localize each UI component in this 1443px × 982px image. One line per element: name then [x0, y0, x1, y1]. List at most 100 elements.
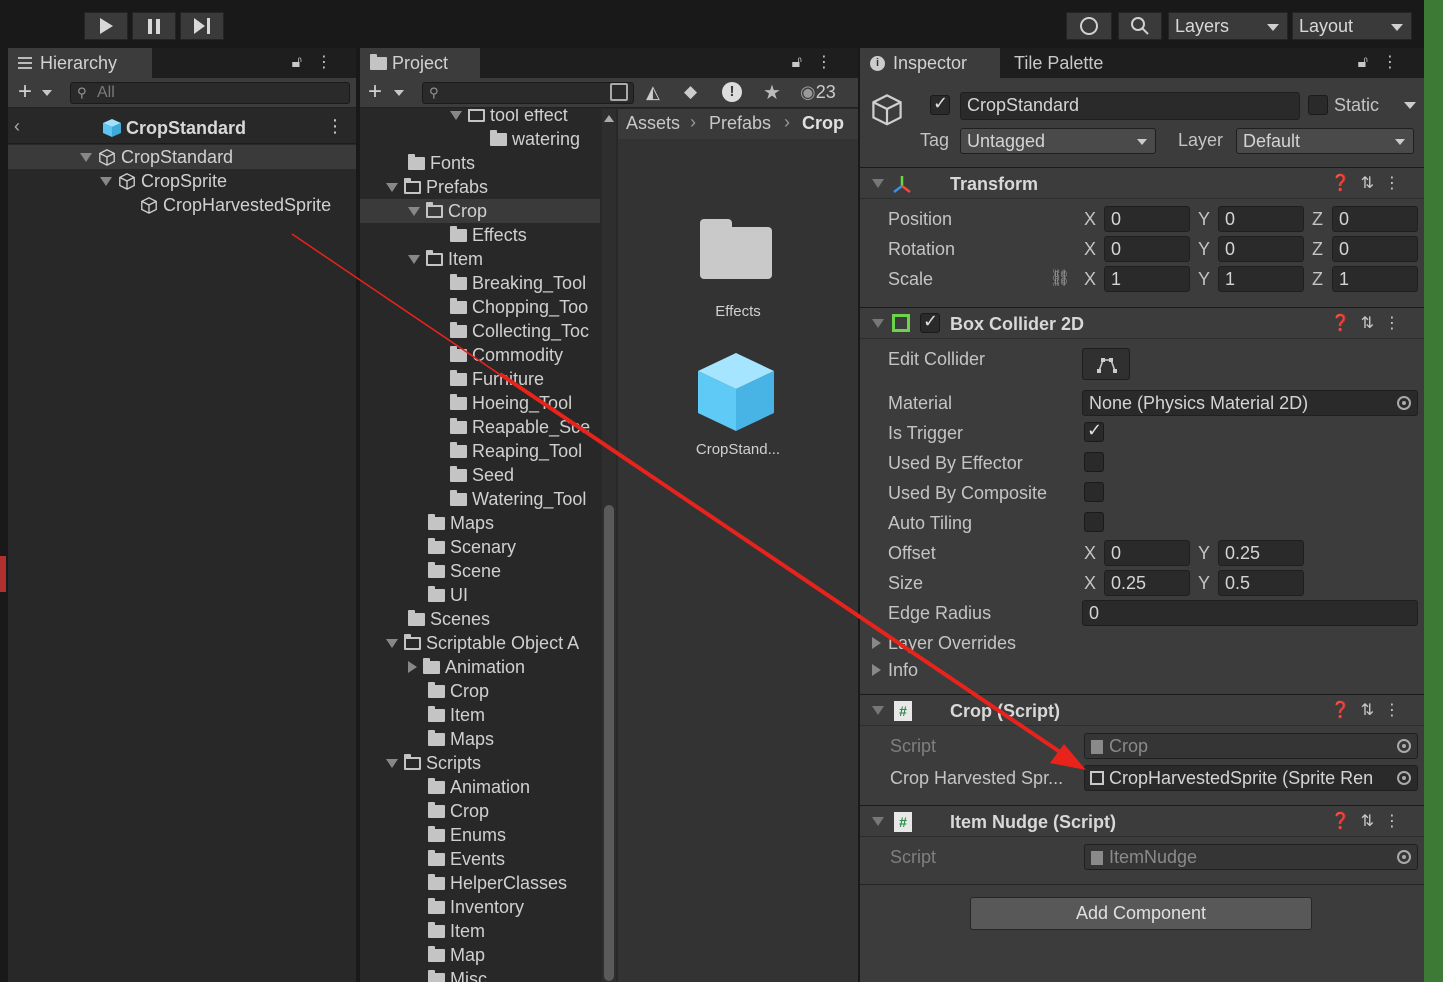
size-y-field[interactable]: 0.5 — [1218, 570, 1304, 596]
scroll-up-icon[interactable] — [604, 115, 614, 122]
hierarchy-item[interactable]: CropSprite — [8, 169, 227, 193]
material-field[interactable]: None (Physics Material 2D) — [1082, 390, 1418, 416]
breadcrumb-item-current[interactable]: Crop — [802, 113, 844, 134]
folder-item[interactable]: Inventory — [428, 895, 524, 919]
rotation-y-field[interactable]: 0 — [1218, 236, 1304, 262]
tree-scrollbar[interactable] — [602, 109, 616, 982]
folder-item[interactable]: Furniture — [450, 367, 544, 391]
position-y-field[interactable]: 0 — [1218, 206, 1304, 232]
lock-icon[interactable]: 🔓︎ — [1358, 54, 1382, 71]
layout-dropdown[interactable]: Layout — [1292, 12, 1412, 40]
hierarchy-item[interactable]: CropHarvestedSprite — [8, 193, 331, 217]
foldout-arrow-icon[interactable] — [872, 817, 884, 826]
tab-project[interactable]: Project — [360, 48, 480, 78]
collapsed-arrow-icon[interactable] — [872, 664, 881, 676]
chevron-down-icon[interactable] — [1404, 102, 1416, 109]
folder-item[interactable]: Commodity — [450, 343, 563, 367]
folder-item[interactable]: Scenary — [428, 535, 516, 559]
add-icon[interactable]: + — [18, 78, 32, 106]
kebab-menu-icon[interactable]: ⋮ — [1384, 315, 1410, 332]
lock-icon[interactable]: 🔓︎ — [292, 54, 316, 71]
collapsed-arrow-icon[interactable] — [872, 637, 881, 649]
position-x-field[interactable]: 0 — [1104, 206, 1190, 232]
folder-item[interactable]: Breaking_Tool — [450, 271, 586, 295]
play-button[interactable] — [84, 12, 128, 40]
used-by-effector-checkbox[interactable] — [1084, 452, 1104, 472]
foldout-arrow-icon[interactable] — [872, 706, 884, 715]
folder-item[interactable]: Events — [428, 847, 505, 871]
object-name-field[interactable]: CropStandard — [960, 92, 1300, 120]
folder-item[interactable]: Prefabs — [386, 175, 488, 199]
transform-header[interactable]: Transform ❓⇅⋮ — [860, 167, 1424, 199]
scale-z-field[interactable]: 1 — [1332, 266, 1418, 292]
tab-tile-palette[interactable]: Tile Palette — [1004, 48, 1144, 78]
chevron-down-icon[interactable] — [394, 90, 404, 96]
preset-icon[interactable]: ⇅ — [1361, 175, 1384, 192]
object-picker-icon[interactable] — [1397, 771, 1411, 785]
folder-item[interactable]: Maps — [428, 727, 494, 751]
folder-item[interactable]: Hoeing_Tool — [450, 391, 572, 415]
history-button[interactable] — [1066, 12, 1112, 40]
folder-item-selected[interactable]: Crop — [360, 199, 600, 223]
foldout-arrow-icon[interactable] — [872, 179, 884, 188]
edit-collider-button[interactable] — [1082, 348, 1130, 380]
pause-button[interactable] — [132, 12, 176, 40]
folder-item[interactable]: Item — [428, 703, 485, 727]
position-z-field[interactable]: 0 — [1332, 206, 1418, 232]
expand-arrow-icon[interactable] — [386, 758, 398, 768]
folder-item[interactable]: Watering_Tool — [450, 487, 586, 511]
kebab-menu-icon[interactable]: ⋮ — [326, 116, 344, 137]
offset-x-field[interactable]: 0 — [1104, 540, 1190, 566]
kebab-menu-icon[interactable]: ⋮ — [816, 54, 846, 71]
folder-item[interactable]: Seed — [450, 463, 514, 487]
expand-arrow-icon[interactable] — [408, 254, 420, 264]
folder-item[interactable]: Scenes — [408, 607, 490, 631]
folder-item[interactable]: tool effect — [450, 109, 568, 127]
hidden-count-badge[interactable]: ◉23 — [800, 82, 836, 103]
breadcrumb-item[interactable]: Prefabs — [709, 113, 771, 134]
breadcrumb-item[interactable]: Assets — [626, 113, 680, 134]
folder-item[interactable]: Scene — [428, 559, 501, 583]
kebab-menu-icon[interactable]: ⋮ — [1384, 702, 1410, 719]
preset-icon[interactable]: ⇅ — [1361, 315, 1384, 332]
folder-item[interactable]: Maps — [428, 511, 494, 535]
expand-arrow-icon[interactable] — [386, 638, 398, 648]
folder-item[interactable]: Crop — [428, 679, 489, 703]
foldout-arrow-icon[interactable] — [872, 319, 884, 328]
folder-item[interactable]: Reapable_Sce — [450, 415, 590, 439]
folder-item[interactable]: Map — [428, 943, 485, 967]
component-enabled-checkbox[interactable] — [920, 311, 940, 333]
edge-radius-field[interactable]: 0 — [1082, 600, 1418, 626]
object-picker-icon[interactable] — [1397, 396, 1411, 410]
step-button[interactable] — [180, 12, 224, 40]
tree-scrollbar-thumb[interactable] — [604, 505, 614, 981]
warning-icon[interactable]: ! — [722, 82, 742, 102]
folder-item[interactable]: Collecting_Toc — [450, 319, 589, 343]
tab-hierarchy[interactable]: Hierarchy — [8, 48, 152, 78]
help-icon[interactable]: ❓ — [1331, 813, 1361, 830]
folder-item[interactable]: Item — [428, 919, 485, 943]
kebab-menu-icon[interactable]: ⋮ — [1384, 175, 1410, 192]
static-checkbox[interactable] — [1308, 95, 1328, 115]
expand-arrow-icon[interactable] — [100, 176, 112, 186]
label-tag-icon[interactable]: ◆ — [684, 82, 697, 102]
folder-item[interactable]: Animation — [408, 655, 525, 679]
folder-item[interactable]: watering — [490, 127, 580, 151]
add-icon[interactable]: + — [368, 78, 382, 106]
folder-item[interactable]: Crop — [428, 799, 489, 823]
info-row[interactable]: Info — [860, 655, 1424, 685]
kebab-menu-icon[interactable]: ⋮ — [1384, 813, 1410, 830]
folder-item[interactable]: Reaping_Tool — [450, 439, 582, 463]
folder-item[interactable]: Item — [408, 247, 483, 271]
kebab-menu-icon[interactable]: ⋮ — [1382, 54, 1412, 71]
expand-arrow-icon[interactable] — [450, 110, 462, 120]
help-icon[interactable]: ❓ — [1331, 175, 1361, 192]
rotation-x-field[interactable]: 0 — [1104, 236, 1190, 262]
rotation-z-field[interactable]: 0 — [1332, 236, 1418, 262]
crop-script-header[interactable]: # Crop (Script) ❓⇅⋮ — [860, 694, 1424, 726]
expand-arrow-icon[interactable] — [408, 206, 420, 216]
help-icon[interactable]: ❓ — [1331, 702, 1361, 719]
kebab-menu-icon[interactable]: ⋮ — [316, 54, 346, 71]
folder-item[interactable]: Fonts — [408, 151, 475, 175]
folder-item[interactable]: Effects — [450, 223, 527, 247]
